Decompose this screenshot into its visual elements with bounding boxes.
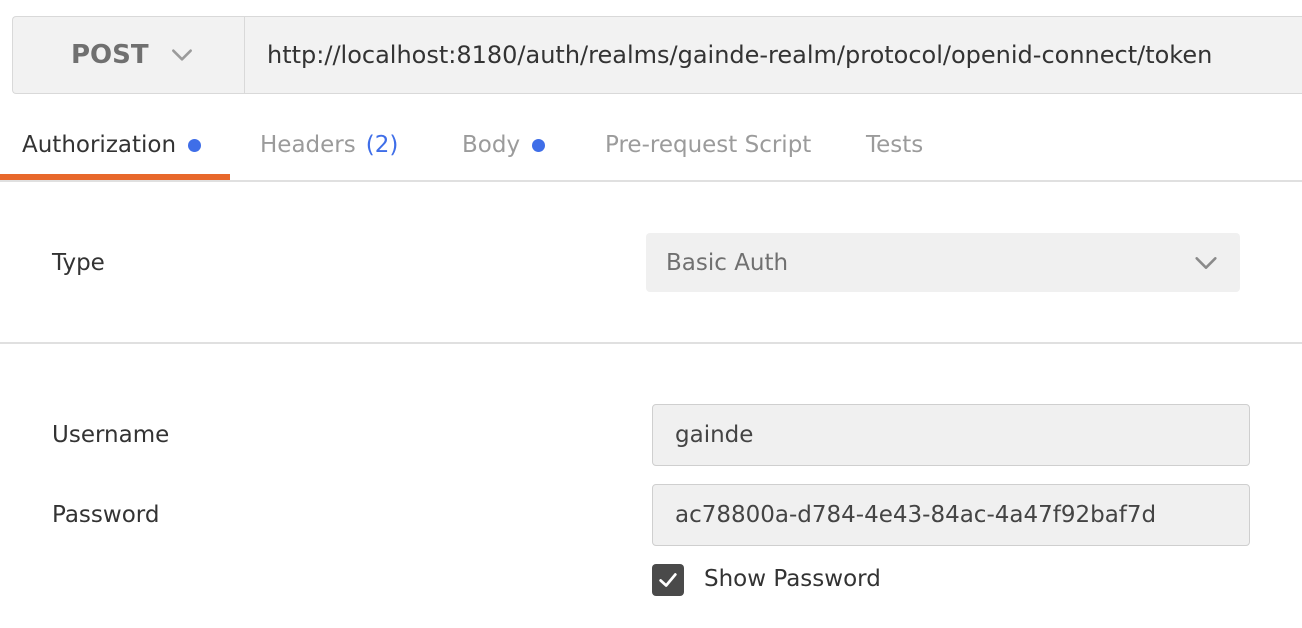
modified-dot-icon [532,138,546,152]
tab-label: Tests [866,132,924,158]
section-divider [0,342,1302,344]
username-input[interactable] [652,404,1250,466]
url-input[interactable]: http://localhost:8180/auth/realms/gainde… [245,17,1302,93]
active-tab-underline [0,174,230,180]
tab-tests[interactable]: Tests [866,110,923,180]
username-label: Username [52,422,170,448]
method-select[interactable]: POST [13,17,245,93]
auth-type-value: Basic Auth [666,249,789,276]
chevron-down-icon [1195,257,1217,269]
tab-label: Headers [260,132,356,158]
tab-label: Pre-request Script [605,132,812,158]
show-password-checkbox[interactable] [652,564,684,596]
tab-pre-request-script[interactable]: Pre-request Script [605,110,811,180]
password-input[interactable] [652,484,1250,546]
auth-type-select[interactable]: Basic Auth [646,233,1240,292]
tab-body[interactable]: Body [462,110,546,180]
tab-count-badge: (2) [365,132,399,158]
tab-label: Body [462,132,521,158]
password-label: Password [52,502,160,528]
request-bar: POST http://localhost:8180/auth/realms/g… [12,16,1302,94]
tab-label: Authorization [22,132,177,158]
chevron-down-icon [171,49,192,61]
url-text: http://localhost:8180/auth/realms/gainde… [267,41,1213,69]
tab-authorization[interactable]: Authorization [22,110,202,180]
modified-dot-icon [188,138,202,152]
tab-headers[interactable]: Headers (2) [260,110,398,180]
type-label: Type [52,250,105,276]
checkmark-icon [659,573,677,587]
show-password-label: Show Password [704,566,881,592]
postman-request-editor: POST http://localhost:8180/auth/realms/g… [0,0,1302,628]
method-label: POST [71,40,149,70]
request-tabs: Authorization Headers (2) Body Pre-reque… [0,110,1302,182]
